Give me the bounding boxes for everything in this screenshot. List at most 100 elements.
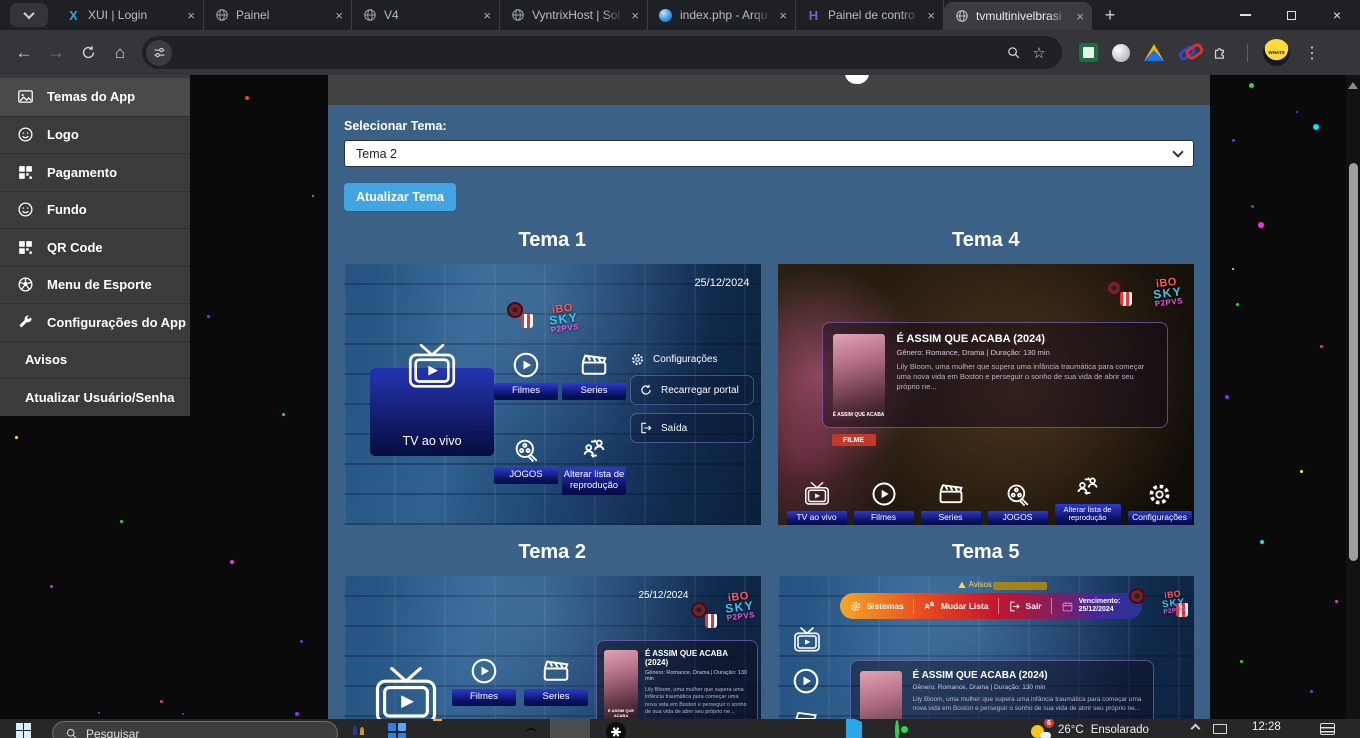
browser-tab-active-tvmultinivel[interactable]: tvmultinivelbrasi ×	[944, 2, 1092, 30]
whatsapp-icon[interactable]	[895, 722, 899, 738]
address-bar[interactable]: ☆	[142, 36, 1062, 69]
bg-dot	[1296, 111, 1298, 113]
theme-title-4: Tema 4	[778, 229, 1195, 252]
blue-tiles-app-icon[interactable]	[388, 723, 406, 738]
theme-select[interactable]: Tema 2	[344, 140, 1194, 167]
bg-dot	[182, 713, 184, 715]
bg-dot	[120, 520, 123, 523]
tile-jogos: JOGOS	[494, 432, 558, 484]
chevron-down-icon	[1172, 146, 1183, 157]
tile-series: Series	[562, 348, 626, 400]
tab-close-icon[interactable]: ×	[779, 8, 787, 23]
update-theme-button[interactable]: Atualizar Tema	[344, 183, 456, 211]
weather-condition: Ensolarado	[1091, 724, 1149, 736]
scrollbar-thumb[interactable]	[1349, 163, 1358, 561]
tab-close-icon[interactable]: ×	[927, 8, 935, 23]
browser-tab-xui[interactable]: X XUI | Login ×	[56, 0, 204, 30]
warning-icon	[958, 581, 966, 589]
movie-description: Lily Bloom, uma mulher que supera uma in…	[645, 687, 751, 717]
telegram-icon[interactable]	[846, 722, 862, 738]
sidebar-item-qr-code[interactable]: QR Code	[0, 228, 190, 266]
sidebar-item-menu-de-esporte[interactable]: Menu de Esporte	[0, 266, 190, 304]
theme-title-5: Tema 5	[778, 541, 1195, 564]
cinema-reel-icon	[1106, 280, 1132, 306]
bg-dot	[1313, 124, 1319, 130]
tab-search-button[interactable]	[10, 3, 48, 27]
cinema-reel-icon	[507, 302, 533, 328]
browser-tab-painel[interactable]: Painel ×	[204, 0, 352, 30]
sun-cloud-icon: 6	[1031, 721, 1051, 738]
clapperboard-icon	[579, 348, 609, 380]
sidebar-item-logo[interactable]: Logo	[0, 116, 190, 154]
clapperboard-icon	[541, 654, 571, 686]
start-button[interactable]	[16, 723, 31, 738]
app-logo: iBO SKY P2PVS	[724, 590, 756, 622]
display-tray-icon[interactable]	[1213, 724, 1227, 734]
minimize-icon	[1240, 14, 1251, 16]
maximize-button[interactable]	[1268, 0, 1314, 30]
sidebar-item-configuracoes-do-app[interactable]: Configurações do App	[0, 303, 190, 341]
movie-info-card: É ASSIM QUE ACABA É ASSIM QUE ACABA (202…	[850, 660, 1154, 719]
bg-dot	[1232, 139, 1235, 142]
windows-taskbar: Pesquisar 6 26°C Ensolarado 12:28	[0, 719, 1360, 738]
soccer-icon	[17, 276, 34, 293]
browser-tab-hostinger[interactable]: H Painel de contro ×	[796, 0, 944, 30]
bg-dot	[98, 712, 100, 714]
google-drive-icon[interactable]	[1142, 41, 1166, 65]
sidebar-item-avisos[interactable]: Avisos	[0, 341, 190, 379]
play-circle-icon	[791, 666, 821, 696]
profile-avatar[interactable]: WHATS	[1263, 39, 1290, 66]
gear-icon	[630, 352, 645, 367]
reload-icon	[639, 383, 653, 397]
link-extension-icon[interactable]	[1175, 41, 1199, 65]
gray-circles-extension-icon[interactable]	[1109, 41, 1133, 65]
tab-close-icon[interactable]: ×	[187, 8, 195, 23]
tab-title: Painel de contro	[828, 8, 920, 22]
bookmark-star-button[interactable]: ☆	[1026, 40, 1052, 66]
left-icon-column	[791, 626, 823, 719]
tab-close-icon[interactable]: ×	[483, 8, 491, 23]
bg-dot	[1232, 268, 1234, 270]
tile-tv-ao-vivo: TV ao vivo	[370, 368, 494, 456]
close-window-button[interactable]: ×	[1314, 0, 1360, 30]
wrench-icon	[17, 314, 34, 331]
notification-center-icon[interactable]	[1320, 723, 1335, 735]
forward-button[interactable]: →	[40, 37, 72, 69]
sheets-extension-icon[interactable]	[1076, 41, 1100, 65]
minimize-button[interactable]	[1222, 0, 1268, 30]
browser-tab-vyntrixhost[interactable]: VyntrixHost | Sol ×	[500, 0, 648, 30]
tab-close-icon[interactable]: ×	[631, 8, 639, 23]
preview-date: 25/12/2024	[638, 590, 688, 601]
sidebar-item-pagamento[interactable]: Pagamento	[0, 153, 190, 191]
scroll-up-arrow[interactable]	[1348, 82, 1358, 89]
tab-close-icon[interactable]: ×	[335, 8, 343, 23]
sidebar-item-temas-do-app[interactable]: Temas do App	[0, 78, 190, 116]
web-page: Temas do App Logo Pagamento Fundo QR Cod…	[0, 75, 1360, 719]
weather-widget[interactable]: 6 26°C Ensolarado	[1031, 721, 1149, 738]
browser-tabstrip: X XUI | Login × Painel × V4 × VyntrixHos…	[0, 0, 1360, 30]
back-button[interactable]: ←	[8, 37, 40, 69]
notification-badge: 6	[1044, 719, 1054, 728]
tile-filmes: Filmes	[494, 348, 558, 400]
tab-title: index.php - Arqu	[680, 8, 772, 22]
top-menu-bar: Sistemas Mudar Lista Sair	[840, 593, 1142, 619]
page-scrollbar[interactable]	[1346, 75, 1360, 719]
new-tab-button[interactable]: +	[1096, 1, 1124, 29]
taskbar-search[interactable]: Pesquisar	[52, 721, 338, 738]
app-logo: iBO SKY P2PVS	[1151, 276, 1183, 308]
extensions-puzzle-icon[interactable]	[1208, 41, 1232, 65]
chatgpt-icon[interactable]	[606, 722, 626, 738]
tab-close-icon[interactable]: ×	[1076, 9, 1084, 24]
browser-tab-v4[interactable]: V4 ×	[352, 0, 500, 30]
reload-button[interactable]	[72, 37, 104, 69]
site-settings-button[interactable]	[146, 40, 172, 66]
sidebar-item-fundo[interactable]: Fundo	[0, 191, 190, 229]
sidebar-item-atualizar-usuario-senha[interactable]: Atualizar Usuário/Senha	[0, 378, 190, 416]
home-button[interactable]: ⌂	[104, 37, 136, 69]
tray-chevron-icon[interactable]	[1191, 724, 1201, 734]
search-in-page-button[interactable]	[1000, 40, 1026, 66]
theme-preview-tema5: Avisos Sistemas Mudar Lista	[778, 576, 1195, 719]
taskbar-clock[interactable]: 12:28	[1252, 721, 1281, 733]
browser-menu-button[interactable]: ⋮	[1299, 43, 1325, 63]
browser-tab-indexphp[interactable]: index.php - Arqu ×	[648, 0, 796, 30]
